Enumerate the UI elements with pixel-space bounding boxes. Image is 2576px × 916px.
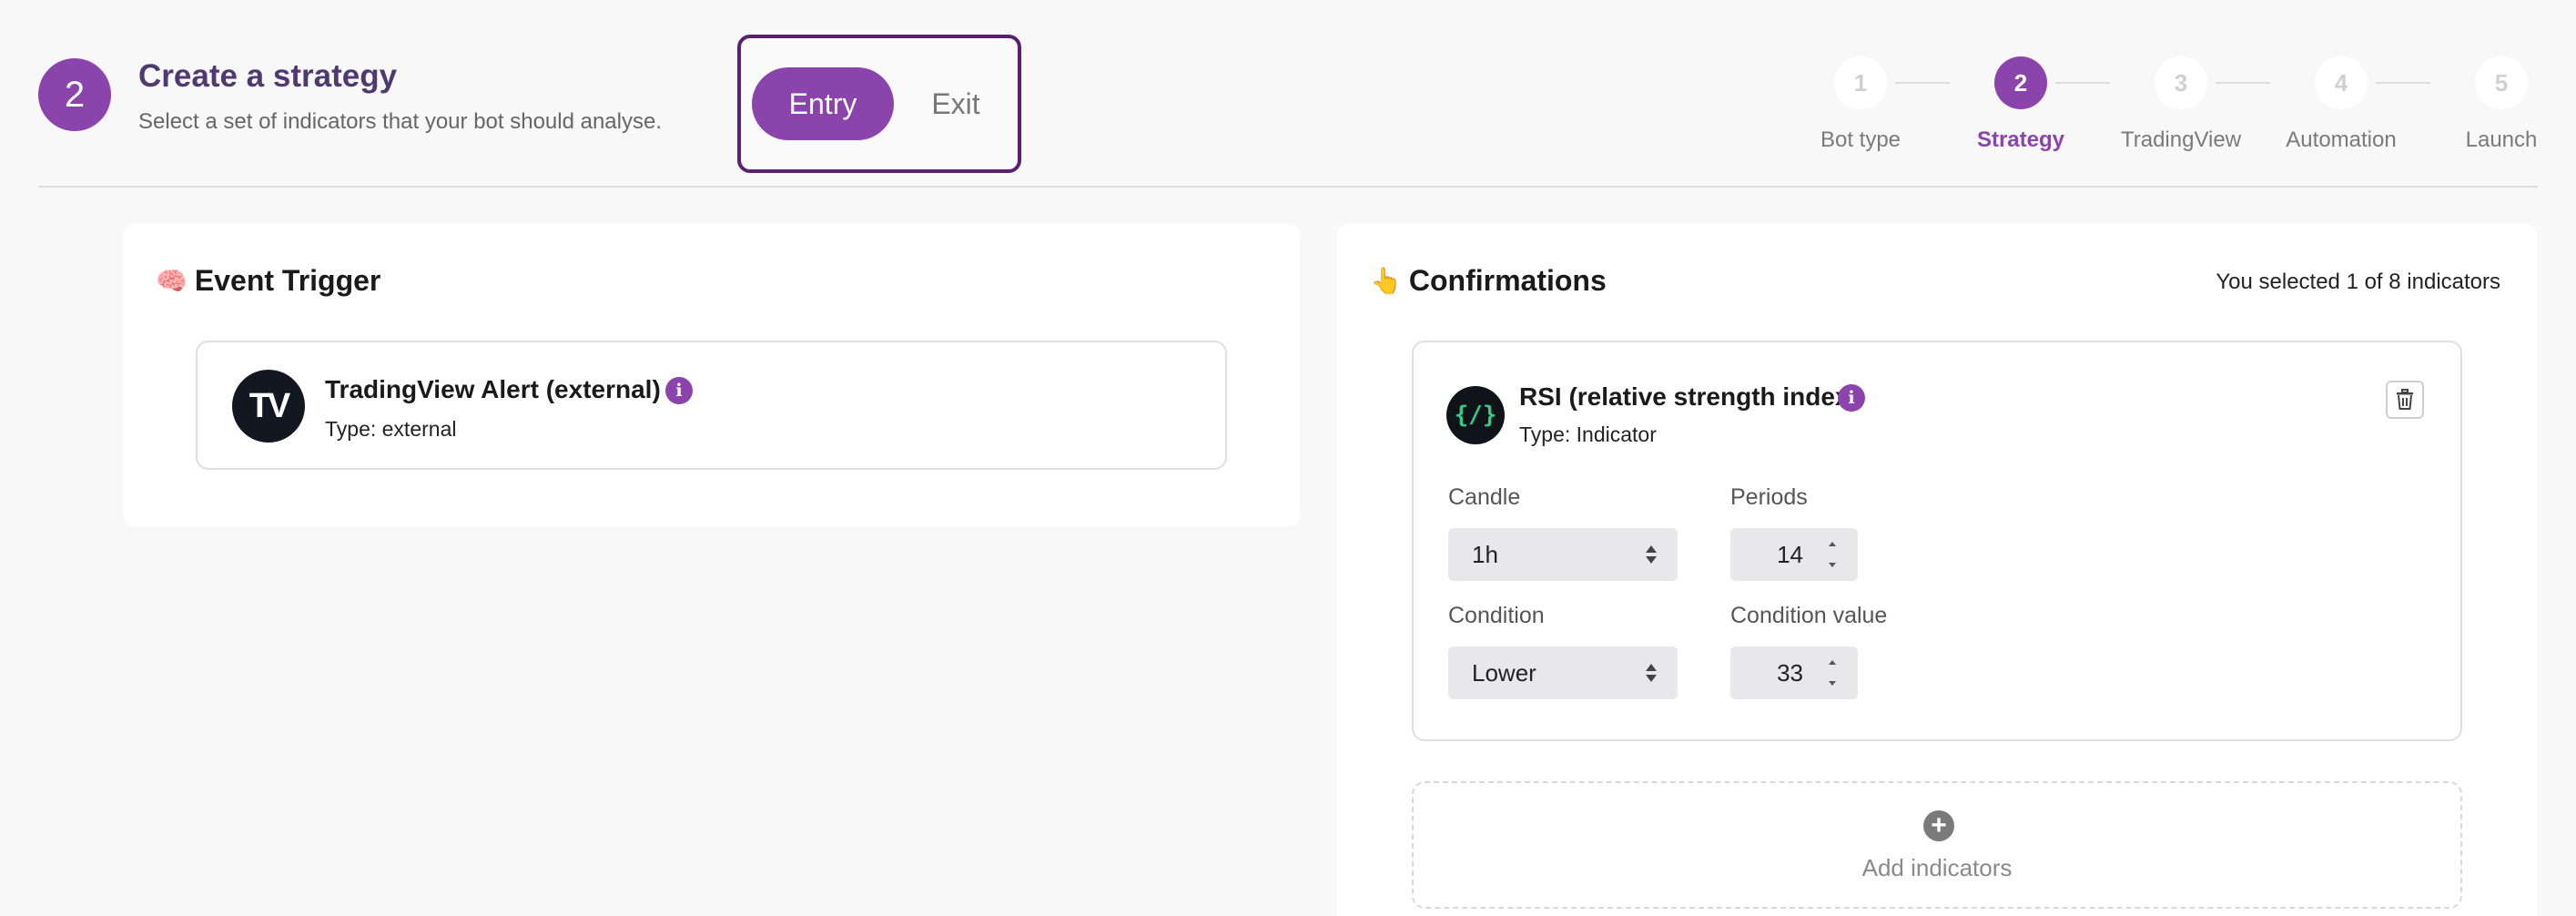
step-label: TradingView [2120,127,2242,152]
page-subtitle: Select a set of indicators that your bot… [138,109,663,134]
tradingview-logo-icon: TV [232,370,305,443]
plus-circle-icon: + [1923,810,1954,841]
condition-value-label: Condition value [1730,603,1888,628]
step-bot-type[interactable]: 1 Bot type [1797,56,1924,153]
rsi-indicator-card: {/} RSI (relative strength index) i Type… [1412,341,2462,741]
brain-icon: 🧠 [156,267,188,295]
periods-input-value: 14 [1777,540,1803,568]
step-label: Launch [2465,127,2538,152]
step-number: 2 [1994,56,2047,109]
step-launch[interactable]: 5 Launch [2438,56,2565,153]
select-arrows-icon [1646,664,1657,682]
header-divider [38,186,2538,188]
step-number: 1 [1834,56,1887,109]
candle-select[interactable]: 1h [1448,528,1678,581]
step-tradingview[interactable]: 3 TradingView [2117,56,2245,153]
page-title: Create a strategy [138,58,398,94]
step-label: Strategy [1976,127,2065,152]
indicator-selection-count: You selected 1 of 8 indicators [2216,270,2500,294]
condition-value-input-value: 33 [1777,658,1803,687]
step-strategy[interactable]: 2 Strategy [1957,56,2084,153]
confirmations-panel: 👆 Confirmations You selected 1 of 8 indi… [1337,224,2537,916]
entry-tab[interactable]: Entry [752,67,894,140]
event-trigger-title: 🧠 Event Trigger [156,264,380,298]
confirmations-title-text: Confirmations [1408,264,1607,297]
periods-label: Periods [1730,484,1808,510]
candle-label: Candle [1448,484,1521,510]
pointing-hand-icon: 👆 [1370,267,1402,295]
condition-value-input[interactable]: 33 [1730,646,1858,699]
step-automation[interactable]: 4 Automation [2277,56,2405,153]
trigger-name: TradingView Alert (external) [325,375,661,403]
step-number: 4 [2315,56,2368,109]
add-indicators-label: Add indicators [1861,854,2013,881]
step-number: 5 [2475,56,2528,109]
entry-exit-toggle: Entry Exit [737,35,1021,173]
condition-select[interactable]: Lower [1448,646,1678,699]
candle-select-value: 1h [1472,540,1498,568]
tradingview-alert-card[interactable]: TV TradingView Alert (external) i Type: … [196,341,1227,470]
spinner-arrows-icon[interactable] [1827,539,1838,570]
add-indicators-button[interactable]: + Add indicators [1412,781,2462,909]
event-trigger-title-text: Event Trigger [194,264,381,297]
select-arrows-icon [1646,545,1657,564]
indicator-type: Type: Indicator [1519,422,1657,446]
condition-select-value: Lower [1472,658,1536,687]
periods-input[interactable]: 14 [1730,528,1858,581]
step-number: 3 [2155,56,2207,109]
wizard-stepper: 1 Bot type 2 Strategy 3 TradingView 4 Au… [1784,56,2549,157]
condition-label: Condition [1448,603,1545,628]
current-step-circle: 2 [38,58,111,131]
delete-indicator-button[interactable] [2386,381,2424,419]
exit-tab[interactable]: Exit [905,67,1007,140]
indicator-code-icon: {/} [1446,386,1505,444]
spinner-arrows-icon[interactable] [1827,657,1838,688]
step-label: Automation [2286,127,2397,152]
trash-icon [2397,389,2413,410]
indicator-name: RSI (relative strength index) [1519,382,1858,411]
event-trigger-panel: 🧠 Event Trigger TV TradingView Alert (ex… [123,224,1300,526]
step-label: Bot type [1820,127,1902,152]
trigger-type: Type: external [325,417,457,441]
info-icon[interactable]: i [665,377,693,404]
confirmations-title: 👆 Confirmations [1370,264,1607,298]
info-icon[interactable]: i [1838,384,1865,412]
